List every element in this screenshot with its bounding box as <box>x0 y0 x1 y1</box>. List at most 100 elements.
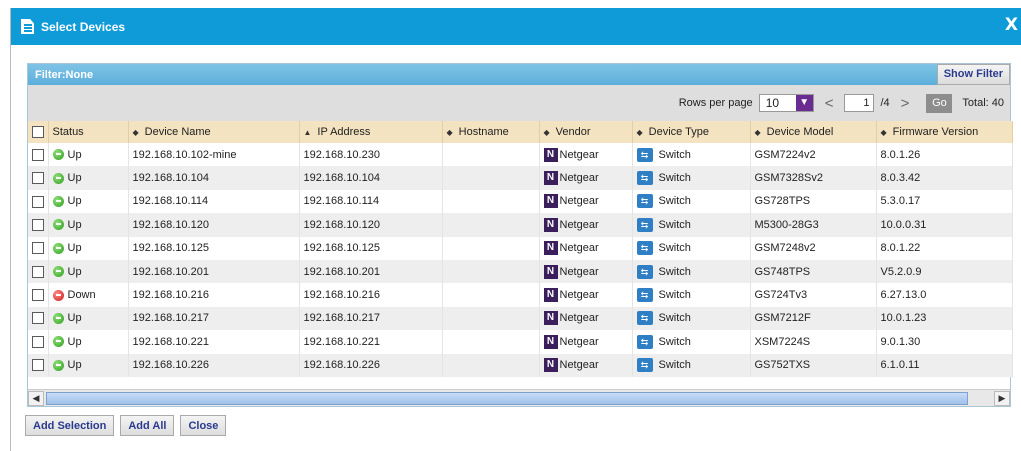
device-name-cell: 192.168.10.226 <box>128 353 300 377</box>
table-row[interactable]: Up 192.168.10.201 192.168.10.201 N Netgear ⇆ S… <box>28 259 1013 284</box>
netgear-logo-icon: N <box>543 311 558 326</box>
table-row[interactable]: Up 192.168.10.217 192.168.10.217 N Netgear ⇆ S… <box>28 306 1013 331</box>
status-down-icon <box>52 289 64 301</box>
close-icon[interactable]: X <box>1005 15 1018 35</box>
horizontal-scrollbar[interactable]: ◀ ▶ <box>28 389 1010 406</box>
status-up-icon <box>52 336 64 348</box>
hostname-cell <box>442 189 540 214</box>
vendor-cell: N Netgear <box>539 306 633 331</box>
column-header-device-type[interactable]: ◆ Device Type <box>632 121 751 143</box>
column-header-firmware-version[interactable]: ◆ Firmware Version <box>876 121 1013 143</box>
add-all-button[interactable]: Add All <box>120 415 175 436</box>
table-row[interactable]: Up 192.168.10.226 192.168.10.226 N Netgear ⇆ S… <box>28 353 1013 377</box>
firmware-version-cell: 5.3.0.17 <box>876 189 1013 214</box>
table-row[interactable]: Up 192.168.10.120 192.168.10.120 N Netgear ⇆ S… <box>28 213 1013 237</box>
table-row[interactable]: Up 192.168.10.104 192.168.10.104 N Netgear ⇆ S… <box>28 166 1013 190</box>
table-row[interactable]: Up 192.168.10.102-mine 192.168.10.230 N Netg… <box>28 143 1013 167</box>
row-checkbox-cell <box>28 353 49 377</box>
firmware-version-cell: V5.2.0.9 <box>876 259 1013 284</box>
hostname-cell <box>442 330 540 354</box>
ip-address-cell: 192.168.10.114 <box>299 189 443 214</box>
hostname-cell <box>442 306 540 331</box>
status-cell: Up <box>48 189 129 214</box>
table-header-row: Status ◆ Device Name ▲ IP Address ◆ Hostnam… <box>28 121 1013 143</box>
row-checkbox[interactable] <box>32 335 44 348</box>
netgear-logo-icon: N <box>543 241 558 256</box>
firmware-version-cell: 9.0.1.30 <box>876 330 1013 354</box>
firmware-version-cell: 10.0.0.31 <box>876 213 1013 237</box>
row-checkbox[interactable] <box>32 359 44 372</box>
column-header-ip-address[interactable]: ▲ IP Address <box>299 121 443 143</box>
device-type-cell: ⇆ Switch <box>632 143 751 167</box>
device-model-cell: GS748TPS <box>750 259 877 284</box>
device-type-text: Switch <box>658 288 691 301</box>
device-type-cell: ⇆ Switch <box>632 283 751 307</box>
netgear-logo-icon: N <box>543 147 558 162</box>
device-type-cell: ⇆ Switch <box>632 236 751 260</box>
table-row[interactable]: Up 192.168.10.221 192.168.10.221 N Netgear ⇆ S… <box>28 330 1013 354</box>
switch-icon: ⇆ <box>636 288 653 303</box>
add-selection-button[interactable]: Add Selection <box>25 415 115 436</box>
prev-page-button[interactable]: < <box>820 95 839 112</box>
dialog-footer: Add Selection Add All Close <box>25 415 227 436</box>
status-up-icon <box>52 172 64 184</box>
show-filter-button[interactable]: Show Filter <box>936 64 1010 85</box>
column-header-device-name[interactable]: ◆ Device Name <box>128 121 300 143</box>
hostname-cell <box>442 353 540 377</box>
status-text: Up <box>67 359 82 372</box>
device-type-cell: ⇆ Switch <box>632 213 751 237</box>
row-checkbox[interactable] <box>32 195 44 208</box>
vendor-cell: N Netgear <box>539 259 633 284</box>
switch-icon: ⇆ <box>636 311 653 326</box>
firmware-version-cell: 10.0.1.23 <box>876 306 1013 331</box>
row-checkbox[interactable] <box>32 265 44 278</box>
status-text: Up <box>67 312 82 325</box>
chevron-down-icon[interactable]: ▼ <box>795 95 813 111</box>
switch-icon: ⇆ <box>636 334 653 349</box>
device-type-text: Switch <box>658 265 691 278</box>
close-button[interactable]: Close <box>180 415 227 436</box>
row-checkbox[interactable] <box>32 242 44 255</box>
next-page-button[interactable]: > <box>896 95 915 112</box>
vendor-cell: N Netgear <box>539 166 633 190</box>
rows-per-page-select[interactable]: 10 ▼ <box>758 94 814 112</box>
ip-address-cell: 192.168.10.125 <box>299 236 443 260</box>
scrollbar-thumb[interactable] <box>46 391 968 405</box>
vendor-cell: N Netgear <box>539 353 633 377</box>
column-header-device-model[interactable]: ◆ Device Model <box>750 121 877 143</box>
row-checkbox-cell <box>28 330 49 354</box>
table-row[interactable]: Up 192.168.10.114 192.168.10.114 N Netgear ⇆ S… <box>28 189 1013 214</box>
device-model-cell: GSM7248v2 <box>750 236 877 260</box>
device-name-cell: 192.168.10.221 <box>128 330 300 354</box>
row-checkbox-cell <box>28 306 49 331</box>
table-row[interactable]: Down 192.168.10.216 192.168.10.216 N Netgear… <box>28 283 1013 307</box>
row-checkbox[interactable] <box>32 172 44 185</box>
column-header-vendor[interactable]: ◆ Vendor <box>539 121 633 143</box>
scroll-right-icon[interactable]: ▶ <box>994 390 1010 406</box>
sort-icon: ◆ <box>446 128 453 137</box>
status-cell: Up <box>48 259 129 284</box>
device-type-cell: ⇆ Switch <box>632 306 751 331</box>
firmware-version-cell: 6.1.0.11 <box>876 353 1013 377</box>
column-header-hostname[interactable]: ◆ Hostname <box>442 121 540 143</box>
row-checkbox[interactable] <box>32 312 44 325</box>
column-header-status[interactable]: Status <box>48 121 129 143</box>
table-row[interactable]: Up 192.168.10.125 192.168.10.125 N Netgear ⇆ S… <box>28 236 1013 260</box>
status-text: Up <box>67 218 82 231</box>
switch-icon: ⇆ <box>636 171 653 186</box>
select-all-checkbox[interactable] <box>32 126 44 139</box>
scroll-left-icon[interactable]: ◀ <box>28 390 44 406</box>
sort-ascending-icon: ▲ <box>303 128 312 137</box>
row-checkbox[interactable] <box>32 218 44 231</box>
go-button[interactable]: Go <box>926 93 953 113</box>
status-up-icon <box>52 242 64 254</box>
device-type-text: Switch <box>658 242 691 255</box>
status-up-icon <box>52 219 64 231</box>
vendor-cell: N Netgear <box>539 236 633 260</box>
device-type-text: Switch <box>658 148 691 161</box>
switch-icon: ⇆ <box>636 241 653 256</box>
row-checkbox[interactable] <box>32 148 44 161</box>
row-checkbox[interactable] <box>32 289 44 302</box>
switch-icon: ⇆ <box>636 217 653 232</box>
page-number-input[interactable]: 1 <box>844 94 875 112</box>
